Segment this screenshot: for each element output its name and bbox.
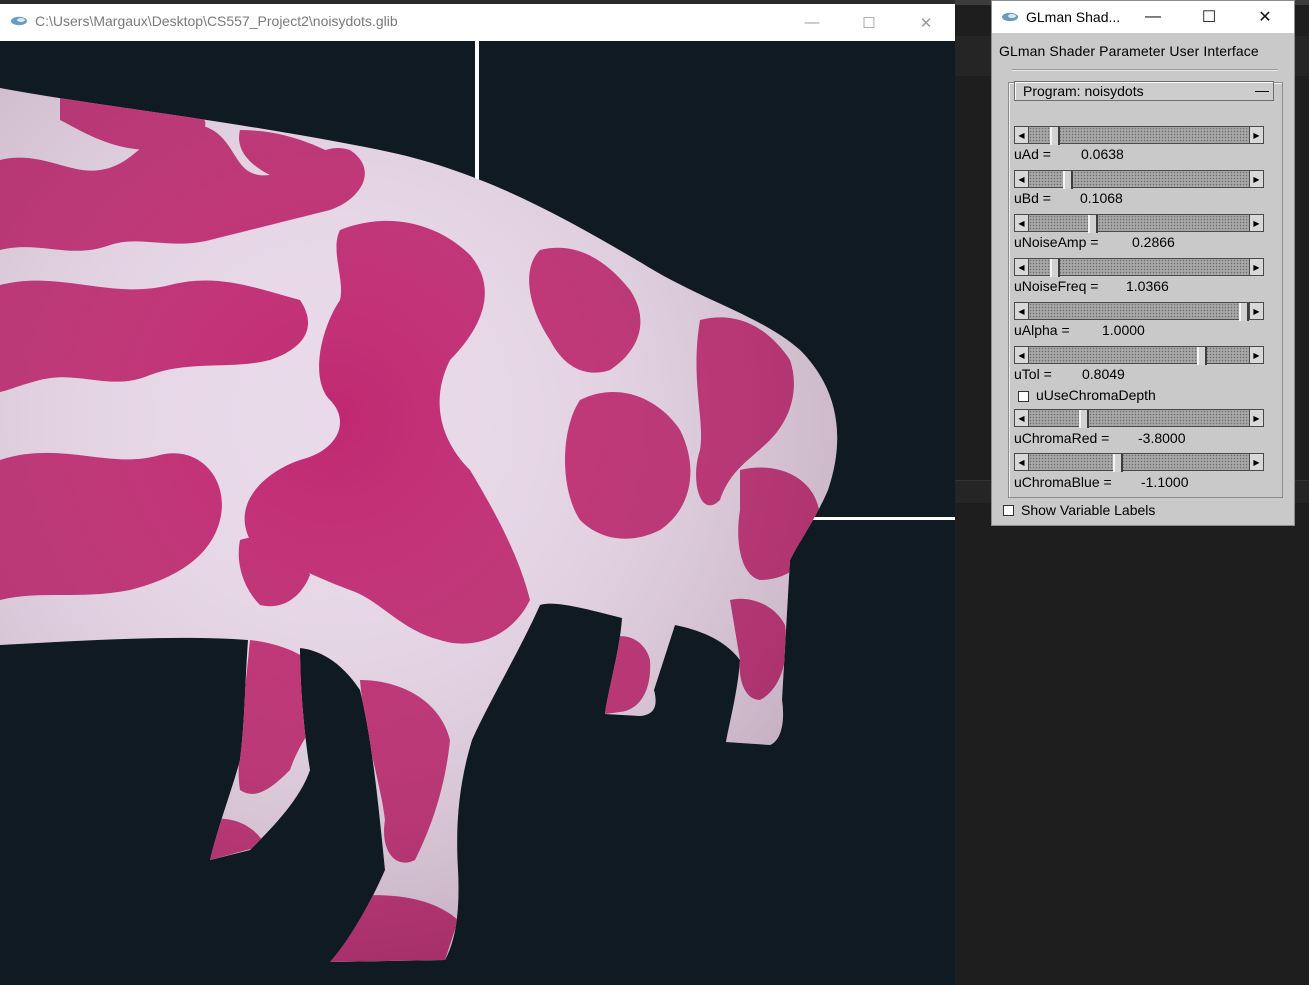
panel-maximize-button[interactable]: ☐ — [1181, 1, 1237, 33]
param-row: uChromaRed = -3.8000 — [1014, 430, 1185, 446]
glman-app-icon — [10, 14, 28, 32]
param-value: -1.1000 — [1141, 474, 1189, 490]
maximize-button[interactable]: ☐ — [846, 4, 892, 41]
chroma-depth-label: uUseChromaDepth — [1036, 387, 1156, 403]
slider-right-arrow-icon[interactable]: ▶ — [1249, 214, 1264, 232]
show-variable-labels-label: Show Variable Labels — [1021, 502, 1156, 518]
param-value: 0.2866 — [1132, 234, 1175, 250]
panel-divider — [1012, 69, 1278, 71]
param-row: uTol = 0.8049 — [1014, 366, 1125, 382]
slider-right-arrow-icon[interactable]: ▶ — [1249, 346, 1264, 364]
slider-right-arrow-icon[interactable]: ▶ — [1249, 258, 1264, 276]
param-label: uNoiseFreq = — [1014, 278, 1099, 294]
slider-track[interactable] — [1029, 302, 1249, 321]
slider-right-arrow-icon[interactable]: ▶ — [1249, 453, 1264, 471]
close-button[interactable]: ✕ — [903, 4, 949, 41]
param-value: 0.8049 — [1082, 366, 1125, 382]
param-slider[interactable]: ◀ ▶ — [1014, 258, 1264, 277]
param-row: uAd = 0.0638 — [1014, 146, 1124, 162]
slider-left-arrow-icon[interactable]: ◀ — [1014, 170, 1029, 188]
render-viewport[interactable] — [0, 41, 955, 985]
glman-render-window: C:\Users\Margaux\Desktop\CS557_Project2\… — [0, 0, 955, 985]
param-label: uAd = — [1014, 146, 1051, 162]
slider-thumb[interactable] — [1063, 171, 1073, 189]
slider-thumb[interactable] — [1197, 347, 1207, 365]
param-value: -3.8000 — [1138, 430, 1186, 446]
param-value: 1.0000 — [1102, 322, 1145, 338]
param-value: 1.0366 — [1126, 278, 1169, 294]
slider-left-arrow-icon[interactable]: ◀ — [1014, 409, 1029, 427]
param-slider[interactable]: ◀ ▶ — [1014, 126, 1264, 145]
param-slider[interactable]: ◀ ▶ — [1014, 453, 1264, 472]
panel-titlebar[interactable]: GLman Shad... — ☐ ✕ — [992, 1, 1294, 33]
slider-thumb[interactable] — [1239, 303, 1249, 321]
program-label: Program: noisydots — [1023, 83, 1144, 99]
slider-track[interactable] — [1029, 214, 1249, 233]
slider-left-arrow-icon[interactable]: ◀ — [1014, 453, 1029, 471]
panel-heading: GLman Shader Parameter User Interface — [999, 43, 1259, 59]
slider-thumb[interactable] — [1088, 215, 1098, 233]
param-row: uAlpha = 1.0000 — [1014, 322, 1145, 338]
param-label: uTol = — [1014, 366, 1052, 382]
param-label: uNoiseAmp = — [1014, 234, 1099, 250]
collapse-icon[interactable]: — — [1255, 82, 1269, 98]
param-label: uBd = — [1014, 190, 1051, 206]
maximize-icon: ☐ — [1201, 9, 1217, 26]
slider-right-arrow-icon[interactable]: ▶ — [1249, 409, 1264, 427]
slider-left-arrow-icon[interactable]: ◀ — [1014, 214, 1029, 232]
slider-left-arrow-icon[interactable]: ◀ — [1014, 302, 1029, 320]
main-window-title: C:\Users\Margaux\Desktop\CS557_Project2\… — [35, 13, 398, 29]
param-slider[interactable]: ◀ ▶ — [1014, 409, 1264, 428]
minimize-icon: — — [804, 14, 820, 31]
param-row: uChromaBlue = -1.1000 — [1014, 474, 1188, 490]
slider-right-arrow-icon[interactable]: ▶ — [1249, 170, 1264, 188]
panel-window-title: GLman Shad... — [1026, 9, 1121, 25]
param-value: 0.1068 — [1080, 190, 1123, 206]
slider-left-arrow-icon[interactable]: ◀ — [1014, 126, 1029, 144]
minimize-icon: — — [1145, 8, 1161, 25]
main-titlebar[interactable]: C:\Users\Margaux\Desktop\CS557_Project2\… — [0, 0, 955, 41]
param-row: uNoiseFreq = 1.0366 — [1014, 278, 1169, 294]
slider-thumb[interactable] — [1079, 410, 1089, 428]
slider-right-arrow-icon[interactable]: ▶ — [1249, 302, 1264, 320]
slider-left-arrow-icon[interactable]: ◀ — [1014, 258, 1029, 276]
glman-parameter-panel: GLman Shad... — ☐ ✕ GLman Shader Paramet… — [991, 0, 1295, 526]
slider-thumb[interactable] — [1050, 127, 1060, 145]
param-row: uBd = 0.1068 — [1014, 190, 1123, 206]
crosshair-vertical — [475, 41, 479, 191]
slider-thumb[interactable] — [1050, 259, 1060, 277]
chroma-depth-checkbox[interactable] — [1018, 391, 1029, 402]
maximize-icon: ☐ — [862, 14, 876, 32]
panel-minimize-button[interactable]: — — [1125, 1, 1181, 33]
glman-app-icon — [1001, 10, 1019, 28]
panel-close-button[interactable]: ✕ — [1237, 1, 1293, 33]
param-value: 0.0638 — [1081, 146, 1124, 162]
slider-track[interactable] — [1029, 126, 1249, 145]
slider-left-arrow-icon[interactable]: ◀ — [1014, 346, 1029, 364]
slider-track[interactable] — [1029, 409, 1249, 428]
slider-track[interactable] — [1029, 346, 1249, 365]
slider-track[interactable] — [1029, 170, 1249, 189]
cow-model — [0, 88, 838, 962]
program-rollout-header[interactable]: Program: noisydots — — [1014, 81, 1274, 101]
param-row: uNoiseAmp = 0.2866 — [1014, 234, 1175, 250]
param-label: uChromaRed = — [1014, 430, 1110, 446]
param-slider[interactable]: ◀ ▶ — [1014, 346, 1264, 365]
slider-thumb[interactable] — [1113, 454, 1123, 472]
param-slider[interactable]: ◀ ▶ — [1014, 214, 1264, 233]
close-icon: ✕ — [1258, 9, 1272, 26]
show-variable-labels-checkbox[interactable] — [1003, 505, 1014, 516]
minimize-button[interactable]: — — [789, 4, 835, 41]
param-label: uAlpha = — [1014, 322, 1070, 338]
slider-track[interactable] — [1029, 258, 1249, 277]
slider-right-arrow-icon[interactable]: ▶ — [1249, 126, 1264, 144]
param-slider[interactable]: ◀ ▶ — [1014, 170, 1264, 189]
close-icon: ✕ — [919, 14, 933, 32]
param-label: uChromaBlue = — [1014, 474, 1112, 490]
slider-track[interactable] — [1029, 453, 1249, 472]
param-slider[interactable]: ◀ ▶ — [1014, 302, 1264, 321]
